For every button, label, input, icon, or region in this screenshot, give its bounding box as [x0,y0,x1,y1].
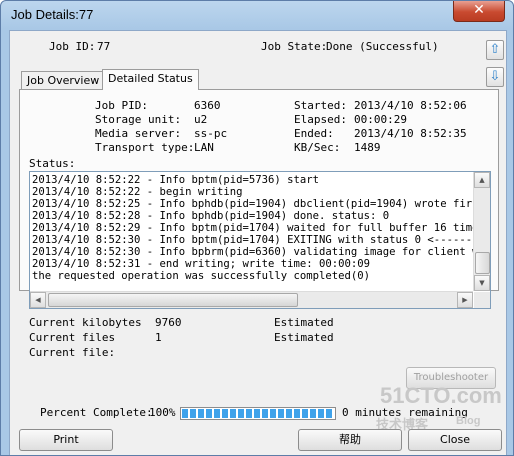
kb-per-sec-label: KB/Sec: [294,141,341,154]
close-button[interactable]: Close [408,429,502,451]
scroll-down-icon[interactable]: ▼ [474,275,490,291]
title-bar[interactable]: Job Details:77 ✕ [1,1,513,29]
ended-value: 2013/4/10 8:52:35 [354,127,467,140]
scroll-right-icon[interactable]: ▶ [457,292,473,308]
progress-bar-fill [182,409,334,418]
log-horizontal-scroll-thumb[interactable] [48,293,298,307]
transport-type-value: LAN [194,141,214,154]
scroll-left-icon[interactable]: ◀ [30,292,46,308]
current-files-value: 1 [155,331,162,344]
tab-job-overview[interactable]: Job Overview [21,71,106,90]
elapsed-value: 00:00:29 [354,113,407,126]
media-server-value: ss-pc [194,127,228,140]
log-line: 2013/4/10 8:52:29 - Info bptm(pid=1704) … [32,222,473,234]
kb-per-sec-value: 1489 [354,141,381,154]
tab-detailed-status[interactable]: Detailed Status [102,69,199,90]
dialog-client-area: Job ID: 77 Job State: Done (Successful) … [9,30,507,455]
log-line: 2013/4/10 8:52:22 - Info bptm(pid=5736) … [32,174,320,186]
scroll-up-icon[interactable]: ▲ [474,172,490,188]
previous-job-arrow-icon[interactable]: ⇧ [486,40,504,60]
current-files-note: Estimated [274,331,334,344]
job-id-value: 77 [97,40,111,53]
watermark-blog: Blog [456,415,481,427]
current-kilobytes-note: Estimated [274,316,334,329]
current-file-label: Current file: [29,346,116,359]
progress-bar [180,407,336,420]
log-vertical-scrollbar[interactable]: ▲ ▼ [473,172,490,291]
elapsed-label: Elapsed: [294,113,347,126]
help-button[interactable]: 帮助 [298,429,402,451]
storage-unit-label: Storage unit: [95,113,182,126]
log-line: 2013/4/10 8:52:31 - end writing; write t… [32,258,371,270]
started-value: 2013/4/10 8:52:06 [354,99,467,112]
log-horizontal-scrollbar[interactable]: ◀ ▶ [30,291,473,308]
log-line: 2013/4/10 8:52:28 - Info bphdb(pid=1904)… [32,210,390,222]
window-title: Job Details:77 [11,7,94,22]
percent-complete-value: 100% [149,406,176,419]
log-line: 2013/4/10 8:52:30 - Info bpbrm(pid=6360)… [32,246,473,258]
status-log[interactable]: 2013/4/10 8:52:22 - Info bptm(pid=5736) … [29,171,491,309]
media-server-label: Media server: [95,127,182,140]
current-kilobytes-label: Current kilobytes [29,316,142,329]
status-log-lines: 2013/4/10 8:52:22 - Info bptm(pid=5736) … [32,174,473,288]
storage-unit-value: u2 [194,113,208,126]
transport-type-label: Transport type: [95,141,195,154]
next-job-arrow-icon[interactable]: ⇩ [486,67,504,87]
window-close-button[interactable]: ✕ [453,1,505,22]
status-label: Status: [29,157,76,170]
log-line: 2013/4/10 8:52:25 - Info bphdb(pid=1904)… [32,198,473,210]
log-line: the requested operation was successfully… [32,270,371,282]
current-kilobytes-value: 9760 [155,316,182,329]
watermark-site: 51CTO.com [380,383,502,408]
job-id-label: Job ID: [49,40,96,53]
current-files-label: Current files [29,331,116,344]
ended-label: Ended: [294,127,334,140]
job-state-label: Job State: [261,40,328,53]
scrollbar-corner [474,292,490,308]
job-state-value: Done (Successful) [326,40,439,53]
log-line: 2013/4/10 8:52:22 - begin writing [32,186,243,198]
started-label: Started: [294,99,347,112]
log-line: 2013/4/10 8:52:30 - Info bptm(pid=1704) … [32,234,473,246]
job-pid-label: Job PID: [95,99,148,112]
job-details-window: Job Details:77 ✕ Job ID: 77 Job State: D… [0,0,514,456]
job-pid-value: 6360 [194,99,221,112]
log-vertical-scroll-thumb[interactable] [475,252,490,274]
percent-complete-label: Percent Complete: [40,406,153,419]
print-button[interactable]: Print [19,429,113,451]
